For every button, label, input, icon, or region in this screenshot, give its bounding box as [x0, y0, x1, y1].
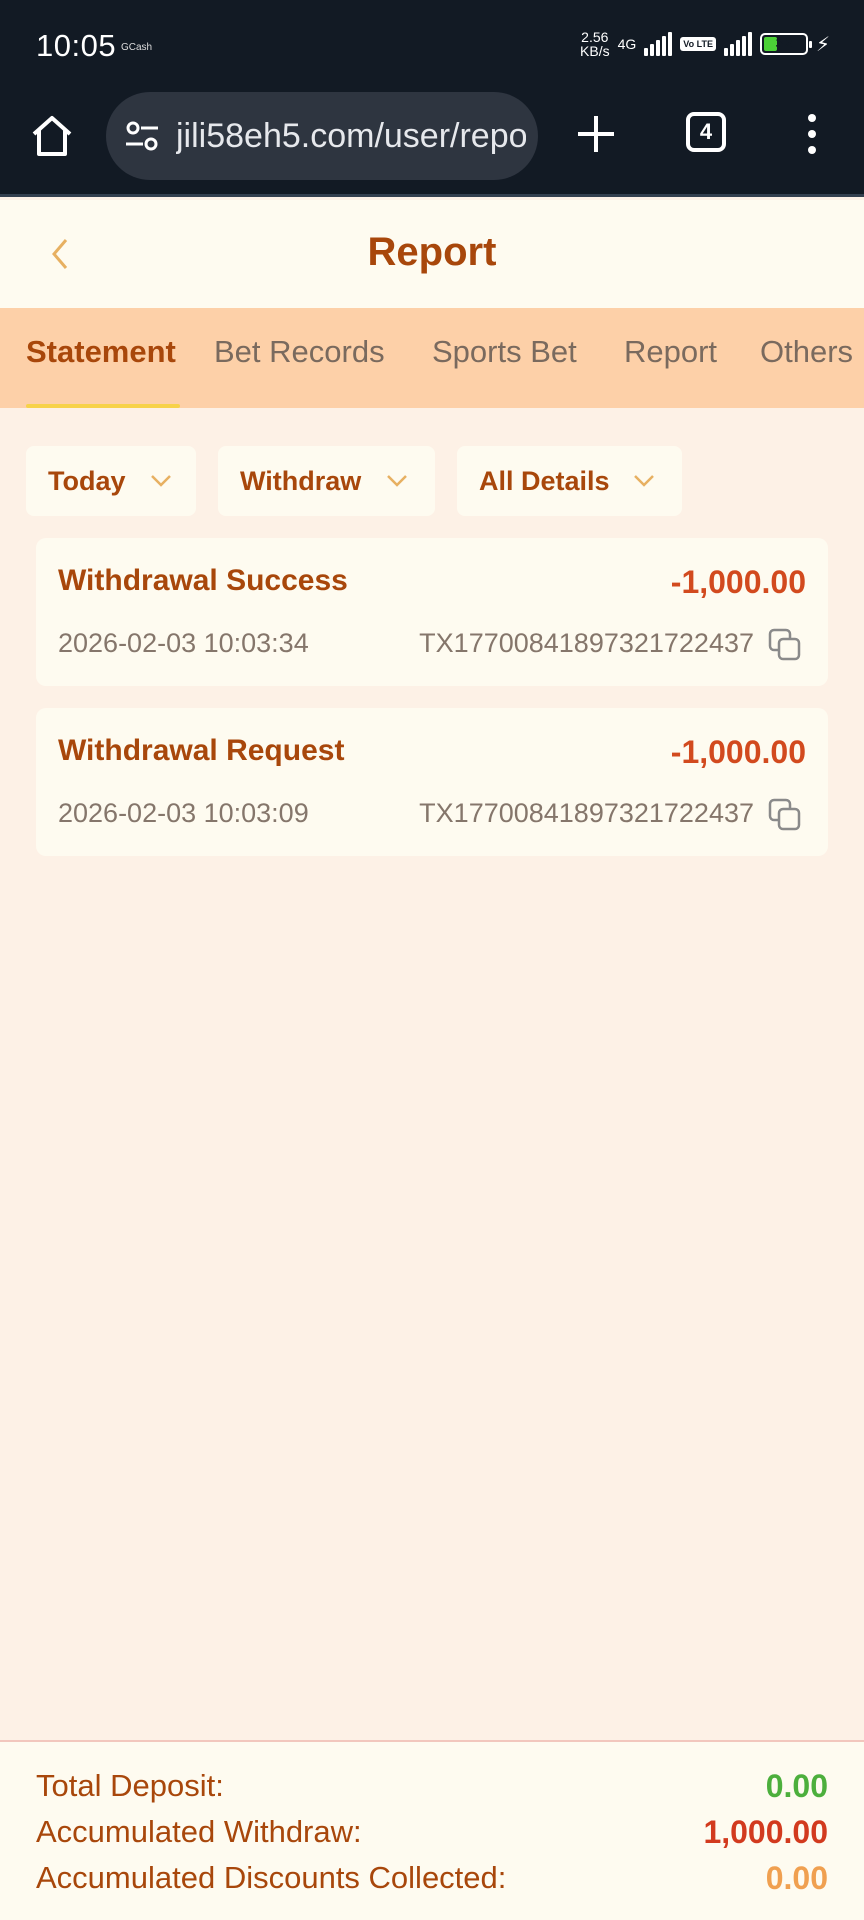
url-text[interactable]: jili58eh5.com/user/report: [176, 117, 526, 156]
copy-icon[interactable]: [768, 628, 802, 662]
site-settings-icon[interactable]: [124, 118, 160, 154]
volte-icon: Vo LTE: [680, 37, 716, 51]
page-title: Report: [367, 230, 497, 274]
tab-others[interactable]: Others: [760, 334, 853, 370]
tab-bet-records[interactable]: Bet Records: [214, 334, 385, 370]
list-item[interactable]: Withdrawal Success -1,000.00 2026-02-03 …: [36, 538, 828, 686]
date-filter-label: Today: [48, 465, 126, 496]
tab-sports-bet[interactable]: Sports Bet: [432, 334, 577, 370]
status-bar: 10:05 GCash 2.56 KB/s 4G Vo LTE 32 ⚡: [0, 0, 864, 92]
record-txid: TX17700841897321722437: [419, 798, 754, 828]
chevron-down-icon: [634, 475, 654, 487]
detail-filter-label: All Details: [479, 465, 610, 496]
record-txid: TX17700841897321722437: [419, 628, 754, 658]
record-time: 2026-02-03 10:03:34: [58, 628, 309, 658]
battery-level: 32: [775, 35, 793, 52]
status-app-name: GCash: [121, 42, 153, 53]
report-tabs: Statement Bet Records Sports Bet Report …: [0, 308, 864, 408]
record-time: 2026-02-03 10:03:09: [58, 798, 309, 828]
summary-footer: Total Deposit: 0.00 Accumulated Withdraw…: [0, 1740, 864, 1920]
tab-switcher-button[interactable]: 4: [686, 112, 726, 152]
record-amount: -1,000.00: [670, 564, 806, 600]
network-speed-unit: KB/s: [580, 43, 610, 59]
record-title: Withdrawal Success: [58, 564, 348, 597]
active-tab-indicator: [26, 404, 180, 408]
record-amount: -1,000.00: [670, 734, 806, 770]
list-item[interactable]: Withdrawal Request -1,000.00 2026-02-03 …: [36, 708, 828, 856]
tab-statement[interactable]: Statement: [26, 334, 176, 370]
more-menu-icon[interactable]: [800, 112, 824, 156]
signal-icon: [644, 32, 673, 56]
network-speed-value: 2.56: [581, 29, 609, 45]
app-header: Report: [0, 200, 864, 308]
browser-toolbar: jili58eh5.com/user/report 4: [0, 92, 864, 197]
address-bar[interactable]: jili58eh5.com/user/report: [106, 92, 538, 180]
type-filter-label: Withdraw: [240, 465, 362, 496]
detail-filter-dropdown[interactable]: All Details: [457, 446, 682, 516]
signal-icon-secondary: [723, 32, 752, 56]
type-filter-dropdown[interactable]: Withdraw: [218, 446, 435, 516]
tab-report[interactable]: Report: [624, 334, 717, 370]
charging-icon: ⚡: [815, 33, 830, 56]
accumulated-withdraw-value: 1,000.00: [703, 1814, 828, 1850]
battery-icon: 32: [759, 33, 812, 55]
status-indicators: 2.56 KB/s 4G Vo LTE 32 ⚡: [580, 30, 830, 58]
network-speed: 2.56 KB/s: [580, 30, 610, 58]
home-icon[interactable]: [30, 114, 74, 158]
discounts-collected-value: 0.00: [765, 1860, 828, 1896]
copy-icon[interactable]: [768, 798, 802, 832]
chevron-down-icon: [387, 475, 407, 487]
chevron-down-icon: [151, 475, 171, 487]
accumulated-withdraw-label: Accumulated Withdraw:: [36, 1814, 362, 1849]
record-title: Withdrawal Request: [58, 734, 345, 767]
date-filter-dropdown[interactable]: Today: [26, 446, 196, 516]
new-tab-icon[interactable]: [576, 114, 616, 154]
discounts-collected-label: Accumulated Discounts Collected:: [36, 1860, 507, 1895]
total-deposit-label: Total Deposit:: [36, 1768, 224, 1803]
total-deposit-value: 0.00: [765, 1768, 828, 1804]
status-time: 10:05: [36, 28, 117, 63]
network-type: 4G: [617, 36, 637, 52]
